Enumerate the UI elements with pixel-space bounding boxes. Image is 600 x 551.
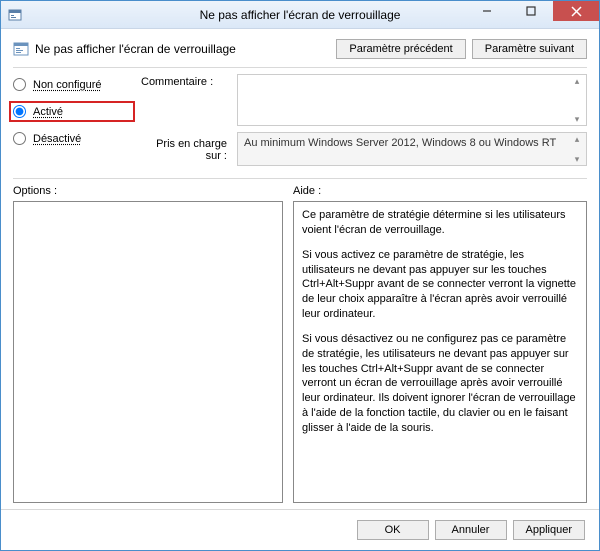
config-row: Non configuré Activé Désactivé Commentai… bbox=[1, 74, 599, 170]
comment-scroll[interactable]: ▴▾ bbox=[569, 76, 585, 124]
titlebar-title: Ne pas afficher l'écran de verrouillage bbox=[200, 8, 401, 22]
options-panel[interactable] bbox=[13, 201, 283, 503]
divider bbox=[13, 178, 587, 179]
radio-not-configured[interactable]: Non configuré bbox=[13, 78, 135, 91]
help-paragraph: Ce paramètre de stratégie détermine si l… bbox=[302, 208, 578, 238]
radio-disabled-label: Désactivé bbox=[33, 133, 81, 145]
cancel-button[interactable]: Annuler bbox=[435, 520, 507, 540]
options-label: Options : bbox=[13, 185, 283, 197]
ok-button[interactable]: OK bbox=[357, 520, 429, 540]
help-panel[interactable]: Ce paramètre de stratégie détermine si l… bbox=[293, 201, 587, 503]
radio-disabled[interactable]: Désactivé bbox=[13, 132, 135, 145]
next-setting-button[interactable]: Paramètre suivant bbox=[472, 39, 587, 59]
comment-textarea[interactable]: ▴▾ bbox=[237, 74, 587, 126]
radio-disabled-input[interactable] bbox=[13, 132, 26, 145]
supported-on-label: Pris en charge sur : bbox=[141, 132, 231, 162]
close-button[interactable] bbox=[553, 1, 599, 21]
policy-icon bbox=[13, 41, 29, 57]
policy-title: Ne pas afficher l'écran de verrouillage bbox=[35, 42, 236, 56]
meta-column: Commentaire : ▴▾ Pris en charge sur : Au… bbox=[141, 74, 587, 166]
apply-button[interactable]: Appliquer bbox=[513, 520, 585, 540]
help-paragraph: Si vous désactivez ou ne configurez pas … bbox=[302, 332, 578, 436]
policy-editor-window: Ne pas afficher l'écran de verrouillage bbox=[0, 0, 600, 551]
supported-on-box: Au minimum Windows Server 2012, Windows … bbox=[237, 132, 587, 166]
supported-scroll[interactable]: ▴▾ bbox=[569, 134, 585, 164]
help-column: Aide : Ce paramètre de stratégie détermi… bbox=[293, 185, 587, 503]
radio-not-configured-input[interactable] bbox=[13, 78, 26, 91]
radio-enabled-label: Activé bbox=[33, 106, 63, 118]
comment-label: Commentaire : bbox=[141, 74, 231, 126]
supported-on-text: Au minimum Windows Server 2012, Windows … bbox=[244, 137, 556, 149]
divider bbox=[13, 67, 587, 68]
minimize-button[interactable] bbox=[465, 1, 509, 21]
titlebar: Ne pas afficher l'écran de verrouillage bbox=[1, 1, 599, 29]
app-icon bbox=[7, 7, 23, 23]
help-paragraph: Si vous activez ce paramètre de stratégi… bbox=[302, 248, 578, 322]
options-column: Options : bbox=[13, 185, 283, 503]
titlebar-controls bbox=[465, 1, 599, 28]
radio-enabled-input[interactable] bbox=[13, 105, 26, 118]
maximize-button[interactable] bbox=[509, 1, 553, 21]
header-row: Ne pas afficher l'écran de verrouillage … bbox=[1, 29, 599, 67]
main-area: Options : Aide : Ce paramètre de stratég… bbox=[1, 185, 599, 509]
footer: OK Annuler Appliquer bbox=[1, 510, 599, 550]
help-label: Aide : bbox=[293, 185, 587, 197]
radio-not-configured-label: Non configuré bbox=[33, 79, 102, 91]
radio-group: Non configuré Activé Désactivé bbox=[13, 74, 135, 166]
previous-setting-button[interactable]: Paramètre précédent bbox=[336, 39, 465, 59]
radio-enabled[interactable]: Activé bbox=[9, 101, 135, 122]
